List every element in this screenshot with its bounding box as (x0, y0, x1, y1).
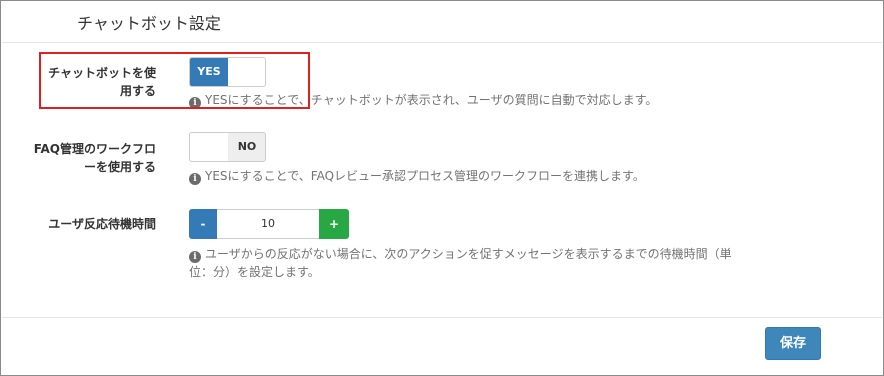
footer-divider (2, 317, 882, 318)
faq-workflow-label: FAQ管理のワークフロ ーを使用する (33, 142, 156, 174)
faq-workflow-toggle[interactable]: NO (189, 132, 266, 162)
settings-panel: チャットボット設定 チャットボットを使 用する YES i YESにすることで、チ… (0, 0, 884, 376)
info-icon: i (189, 251, 201, 263)
decrement-button[interactable]: - (189, 209, 217, 239)
faq-workflow-help-text: i YESにすることで、FAQレビュー承認プロセス管理のワークフローを連携します。 (189, 167, 645, 185)
wait-time-input[interactable]: 10 (217, 209, 319, 239)
wait-time-stepper: - 10 + (189, 209, 349, 239)
toggle-no-state: NO (228, 133, 265, 161)
title-divider (2, 42, 882, 43)
wait-time-help-text: i ユーザからの反応がない場合に、次のアクションを促すメッセージを表示するまでの待… (189, 247, 732, 279)
wait-time-label: ユーザ反応待機時間 (48, 217, 156, 231)
increment-button[interactable]: + (319, 209, 349, 239)
save-button[interactable]: 保存 (765, 327, 821, 360)
highlight-box (39, 52, 310, 109)
info-icon: i (189, 173, 201, 185)
panel-title: チャットボット設定 (77, 14, 221, 33)
